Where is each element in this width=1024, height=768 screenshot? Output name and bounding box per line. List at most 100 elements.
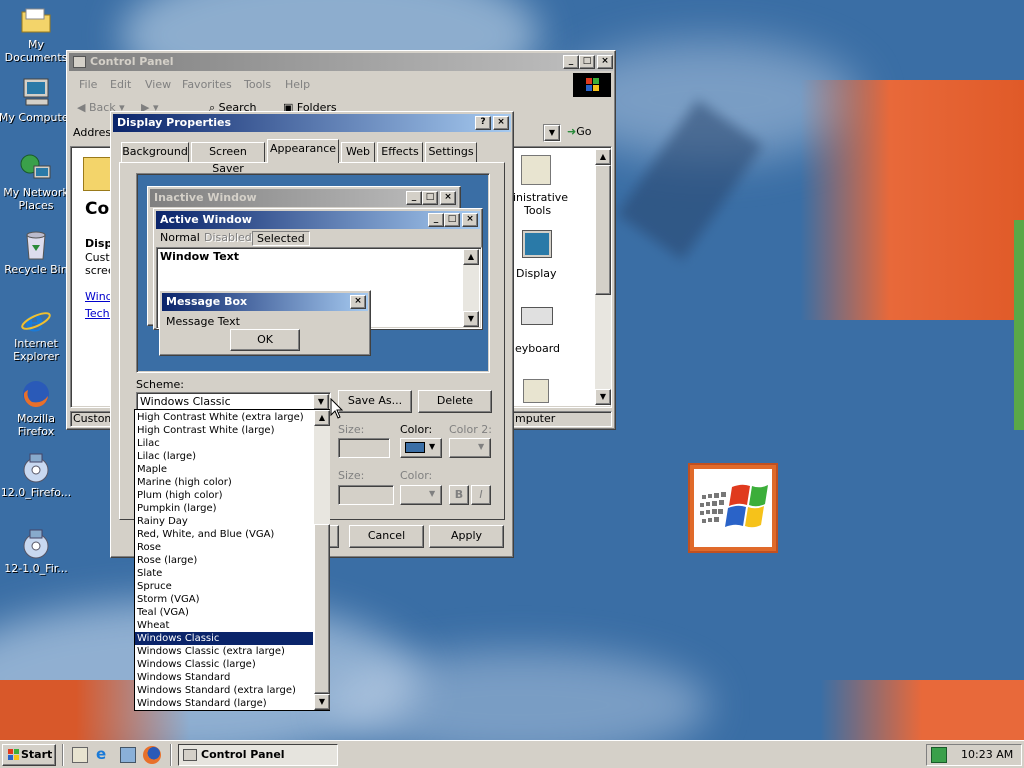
administrative-tools-label[interactable]: inistrative <box>513 191 568 204</box>
scroll-up-button[interactable]: ▲ <box>595 149 611 165</box>
chevron-down-icon[interactable]: ▼ <box>313 394 329 410</box>
scheme-option[interactable]: High Contrast White (extra large) <box>135 411 313 424</box>
color-picker-button[interactable]: ▼ <box>400 438 442 458</box>
keyboard-label[interactable]: eyboard <box>515 342 560 355</box>
keyboard-icon[interactable] <box>521 307 553 325</box>
vertical-scrollbar[interactable]: ▲ ▼ <box>595 149 611 405</box>
menu-tools[interactable]: Tools <box>244 78 271 91</box>
scheme-option[interactable]: Spruce <box>135 580 313 593</box>
scheme-option[interactable]: Windows Classic <box>135 632 313 645</box>
menu-edit[interactable]: Edit <box>110 78 131 91</box>
control-panel-icon <box>83 157 113 191</box>
scheme-option[interactable]: High Contrast White (large) <box>135 424 313 437</box>
chevron-down-icon: ▼ <box>478 442 485 451</box>
display-icon[interactable] <box>522 230 552 258</box>
save-as-button[interactable]: Save As... <box>338 390 412 413</box>
administrative-tools-icon[interactable] <box>521 155 551 185</box>
desktop-icon-installer-1[interactable]: 12.0_Firefo... <box>0 452 74 499</box>
status-zone: mputer <box>512 411 612 427</box>
address-dropdown[interactable]: ▼ <box>543 124 561 142</box>
tab-web[interactable]: Web <box>341 142 375 162</box>
start-button[interactable]: Start <box>2 744 56 766</box>
maximize-button: □ <box>444 213 460 227</box>
scroll-up-button[interactable]: ▲ <box>314 410 330 426</box>
mouse-icon[interactable] <box>523 379 549 403</box>
scroll-down-button[interactable]: ▼ <box>595 389 611 405</box>
tab-screen-saver[interactable]: Screen Saver <box>191 142 265 175</box>
help-button[interactable]: ? <box>475 116 491 130</box>
administrative-tools-label[interactable]: Tools <box>524 204 551 217</box>
scheme-option[interactable]: Lilac <box>135 437 313 450</box>
menu-favorites[interactable]: Favorites <box>182 78 232 91</box>
close-button[interactable]: × <box>493 116 509 130</box>
color2-picker-button: ▼ <box>449 438 491 458</box>
windows-throbber <box>573 73 611 97</box>
desktop-icon-my-computer[interactable]: My Computer <box>0 77 74 124</box>
tab-settings[interactable]: Settings <box>425 142 477 162</box>
go-button[interactable]: ➜Go <box>567 125 607 143</box>
scheme-option[interactable]: Marine (high color) <box>135 476 313 489</box>
scheme-dropdown-list[interactable]: High Contrast White (extra large) High Co… <box>134 409 330 711</box>
scheme-option[interactable]: Rose <box>135 541 313 554</box>
scheme-option[interactable]: Rainy Day <box>135 515 313 528</box>
scheme-option[interactable]: Windows Standard (extra large) <box>135 684 313 697</box>
scheme-option[interactable]: Windows Standard (large) <box>135 697 313 710</box>
desktop-icon-installer-2[interactable]: 12-1.0_Fir... <box>0 528 74 575</box>
scheme-option[interactable]: Red, White, and Blue (VGA) <box>135 528 313 541</box>
minimize-button[interactable]: _ <box>563 55 579 69</box>
menu-help[interactable]: Help <box>285 78 310 91</box>
size-spinner <box>338 438 390 458</box>
apply-button[interactable]: Apply <box>429 525 504 548</box>
desktop-icon-internet-explorer[interactable]: e Internet Explorer <box>0 303 74 363</box>
desktop-icon-recycle-bin[interactable]: Recycle Bin <box>0 229 74 276</box>
scheme-option[interactable]: Storm (VGA) <box>135 593 313 606</box>
color2-label: Color 2: <box>449 423 492 436</box>
maximize-button[interactable]: □ <box>579 55 595 69</box>
scroll-thumb[interactable] <box>595 165 611 295</box>
installer-icon <box>20 452 52 484</box>
network-tray-icon[interactable] <box>931 747 947 763</box>
delete-button[interactable]: Delete <box>418 390 492 413</box>
clock[interactable]: 10:23 AM <box>961 748 1013 761</box>
desktop-icon-my-documents[interactable]: My Documents <box>0 4 74 64</box>
menu-file[interactable]: File <box>79 78 97 91</box>
firefox-icon[interactable] <box>143 746 161 764</box>
installer-icon <box>20 528 52 560</box>
tab-effects[interactable]: Effects <box>377 142 423 162</box>
list-scrollbar[interactable]: ▲ ▼ <box>314 410 330 710</box>
outlook-express-icon[interactable] <box>120 747 136 763</box>
scheme-option[interactable]: Maple <box>135 463 313 476</box>
dialog-titlebar[interactable]: Display Properties <box>113 114 511 132</box>
cancel-button[interactable]: Cancel <box>349 525 424 548</box>
tab-appearance[interactable]: Appearance <box>267 139 339 163</box>
maximize-button: □ <box>422 191 438 205</box>
show-desktop-icon[interactable] <box>72 747 88 763</box>
desktop-icon-my-network-places[interactable]: My Network Places <box>0 152 74 212</box>
close-button: × <box>462 213 478 227</box>
scheme-option[interactable]: Teal (VGA) <box>135 606 313 619</box>
menu-view[interactable]: View <box>145 78 171 91</box>
ok-button[interactable] <box>329 525 339 548</box>
ie-icon[interactable]: e <box>96 746 114 764</box>
taskbar-task-control-panel[interactable]: Control Panel <box>178 744 338 766</box>
tab-background[interactable]: Background <box>121 142 189 162</box>
preview-msgbox-text: Message Text <box>166 315 240 328</box>
desktop-icon-mozilla-firefox[interactable]: Mozilla Firefox <box>0 378 74 438</box>
scheme-option[interactable]: Wheat <box>135 619 313 632</box>
display-label[interactable]: Display <box>516 267 557 280</box>
scheme-option[interactable]: Slate <box>135 567 313 580</box>
control-panel-titlebar[interactable]: Control Panel <box>69 53 613 71</box>
scroll-down-button[interactable]: ▼ <box>314 694 330 710</box>
scheme-option[interactable]: Windows Classic (large) <box>135 658 313 671</box>
color-label: Color: <box>400 423 433 436</box>
chevron-down-icon[interactable]: ▼ <box>544 125 560 141</box>
scheme-option[interactable]: Windows Classic (extra large) <box>135 645 313 658</box>
scheme-option[interactable]: Rose (large) <box>135 554 313 567</box>
close-button: × <box>350 295 366 309</box>
scheme-option[interactable]: Windows Standard <box>135 671 313 684</box>
scheme-option[interactable]: Lilac (large) <box>135 450 313 463</box>
scroll-thumb[interactable] <box>314 524 330 694</box>
close-button[interactable]: × <box>597 55 613 69</box>
scheme-option[interactable]: Plum (high color) <box>135 489 313 502</box>
scheme-option[interactable]: Pumpkin (large) <box>135 502 313 515</box>
